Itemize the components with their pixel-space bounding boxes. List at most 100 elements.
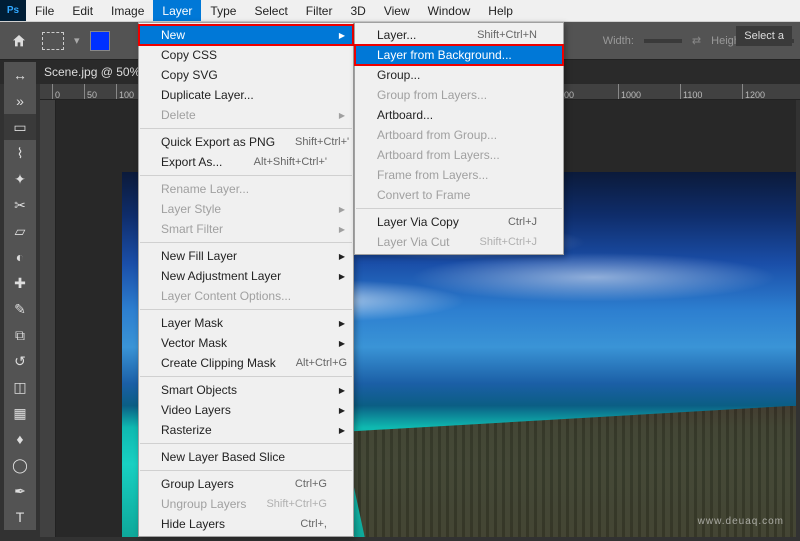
layer-menu-rasterize[interactable]: Rasterize	[139, 420, 353, 440]
layer-menu-create-clipping-mask[interactable]: Create Clipping Mask Alt+Ctrl+G	[139, 353, 353, 373]
menu-separator	[140, 175, 352, 176]
frame-tool[interactable]: ▱	[4, 218, 36, 244]
eraser-tool[interactable]: ◫	[4, 374, 36, 400]
menu-help[interactable]: Help	[479, 0, 522, 21]
menu-shortcut: Alt+Ctrl+G	[296, 357, 347, 369]
layer-menu-copy-css[interactable]: Copy CSS	[139, 45, 353, 65]
menu-select[interactable]: Select	[245, 0, 296, 21]
menu-item-label: Hide Layers	[161, 517, 225, 531]
menu-filter[interactable]: Filter	[297, 0, 342, 21]
layer-menu-quick-export-as-png[interactable]: Quick Export as PNG Shift+Ctrl+'	[139, 132, 353, 152]
lasso-tool[interactable]: ⌇	[4, 140, 36, 166]
menu-window[interactable]: Window	[419, 0, 480, 21]
type-tool[interactable]: T	[4, 504, 36, 530]
menu-shortcut: Ctrl+J	[508, 216, 537, 228]
menu-item-label: New Fill Layer	[161, 249, 237, 263]
layer-menu[interactable]: New Copy CSS Copy SVGDuplicate Layer... Del…	[138, 22, 354, 537]
menu-image[interactable]: Image	[102, 0, 153, 21]
fill-color-swatch[interactable]	[90, 31, 110, 51]
layer-menu-layer-content-options: Layer Content Options...	[139, 286, 353, 306]
layer-menu-vector-mask[interactable]: Vector Mask	[139, 333, 353, 353]
layer-menu-rename-layer: Rename Layer...	[139, 179, 353, 199]
ruler-tick: 100	[116, 84, 134, 100]
menu-shortcut: Ctrl+G	[295, 478, 327, 490]
wand-tool[interactable]: ✦	[4, 166, 36, 192]
menu-separator	[140, 128, 352, 129]
layer-menu-duplicate-layer[interactable]: Duplicate Layer...	[139, 85, 353, 105]
new-submenu-group[interactable]: Group...	[355, 65, 563, 85]
menu-3d[interactable]: 3D	[341, 0, 374, 21]
menu-item-label: Layer...	[377, 28, 416, 42]
dodge-tool[interactable]: ◯	[4, 452, 36, 478]
new-submenu-artboard[interactable]: Artboard...	[355, 105, 563, 125]
menu-layer[interactable]: Layer	[153, 0, 201, 21]
menu-item-label: Quick Export as PNG	[161, 135, 275, 149]
history-brush-tool[interactable]: ↺	[4, 348, 36, 374]
move-tool[interactable]: ↔	[4, 62, 36, 88]
layer-menu-export-as[interactable]: Export As... Alt+Shift+Ctrl+'	[139, 152, 353, 172]
menu-file[interactable]: File	[26, 0, 63, 21]
menu-item-label: Group Layers	[161, 477, 234, 491]
menu-shortcut: Shift+Ctrl+'	[295, 136, 349, 148]
pen-tool[interactable]: ✒	[4, 478, 36, 504]
marquee-preset-icon[interactable]	[42, 32, 64, 50]
blur-tool[interactable]: ♦	[4, 426, 36, 452]
healing-tool[interactable]: ✚	[4, 270, 36, 296]
menu-item-label: New Adjustment Layer	[161, 269, 281, 283]
document-tab[interactable]: Scene.jpg @ 50%	[44, 65, 140, 79]
menu-shortcut: Shift+Ctrl+G	[266, 498, 327, 510]
ruler-tick: 50	[84, 84, 97, 100]
new-submenu-layer-from-background[interactable]: Layer from Background...	[355, 45, 563, 65]
menu-item-label: Layer Mask	[161, 316, 223, 330]
menu-item-label: Artboard from Layers...	[377, 148, 500, 162]
layer-menu-hide-layers[interactable]: Hide LayersCtrl+,	[139, 514, 353, 534]
select-all-button[interactable]: Select a	[736, 26, 792, 46]
width-input[interactable]	[644, 39, 682, 43]
layer-menu-ungroup-layers: Ungroup Layers Shift+Ctrl+G	[139, 494, 353, 514]
new-submenu-layer-via-copy[interactable]: Layer Via Copy Ctrl+J	[355, 212, 563, 232]
layer-menu-layer-mask[interactable]: Layer Mask	[139, 313, 353, 333]
menu-item-label: Artboard from Group...	[377, 128, 497, 142]
watermark: www.deuaq.com	[698, 516, 784, 527]
menu-separator	[140, 470, 352, 471]
gradient-tool[interactable]: ▦	[4, 400, 36, 426]
crop-tool[interactable]: ✂	[4, 192, 36, 218]
expand-icon[interactable]: »	[4, 88, 36, 114]
stamp-tool[interactable]: ⧉	[4, 322, 36, 348]
menu-type[interactable]: Type	[201, 0, 245, 21]
layer-menu-new-adjustment-layer[interactable]: New Adjustment Layer	[139, 266, 353, 286]
menu-item-label: New	[161, 28, 185, 42]
layer-menu-new-fill-layer[interactable]: New Fill Layer	[139, 246, 353, 266]
menu-item-label: Ungroup Layers	[161, 497, 246, 511]
menu-item-label: Smart Filter	[161, 222, 223, 236]
menu-item-label: Rename Layer...	[161, 182, 249, 196]
new-submenu-frame-from-layers: Frame from Layers...	[355, 165, 563, 185]
menu-view[interactable]: View	[375, 0, 419, 21]
layer-menu-copy-svg[interactable]: Copy SVG	[139, 65, 353, 85]
menu-edit[interactable]: Edit	[63, 0, 102, 21]
menu-item-label: Smart Objects	[161, 383, 237, 397]
menu-shortcut: Alt+Shift+Ctrl+'	[254, 156, 327, 168]
dropdown-caret-icon[interactable]: ▾	[74, 34, 80, 47]
swap-dimensions-icon[interactable]: ⇄	[692, 34, 701, 47]
layer-menu-smart-objects[interactable]: Smart Objects	[139, 380, 353, 400]
home-button[interactable]	[6, 29, 32, 53]
marquee-tool[interactable]: ▭	[4, 114, 36, 140]
menu-item-label: Layer Via Copy	[377, 215, 459, 229]
menu-item-label: Create Clipping Mask	[161, 356, 276, 370]
layer-new-submenu[interactable]: Layer... Shift+Ctrl+N Layer from Backgroun…	[354, 22, 564, 255]
layer-menu-video-layers[interactable]: Video Layers	[139, 400, 353, 420]
layer-menu-new[interactable]: New	[139, 25, 353, 45]
eyedropper-tool[interactable]: ◐	[4, 244, 36, 270]
menu-shortcut: Shift+Ctrl+N	[477, 29, 537, 41]
brush-tool[interactable]: ✎	[4, 296, 36, 322]
new-submenu-artboard-from-group: Artboard from Group...	[355, 125, 563, 145]
menu-item-label: Export As...	[161, 155, 222, 169]
menu-item-label: Copy CSS	[161, 48, 217, 62]
menu-item-label: Delete	[161, 108, 196, 122]
app-logo: Ps	[0, 0, 26, 21]
layer-menu-group-layers[interactable]: Group Layers Ctrl+G	[139, 474, 353, 494]
new-submenu-layer[interactable]: Layer... Shift+Ctrl+N	[355, 25, 563, 45]
layer-menu-new-layer-based-slice[interactable]: New Layer Based Slice	[139, 447, 353, 467]
new-submenu-artboard-from-layers: Artboard from Layers...	[355, 145, 563, 165]
